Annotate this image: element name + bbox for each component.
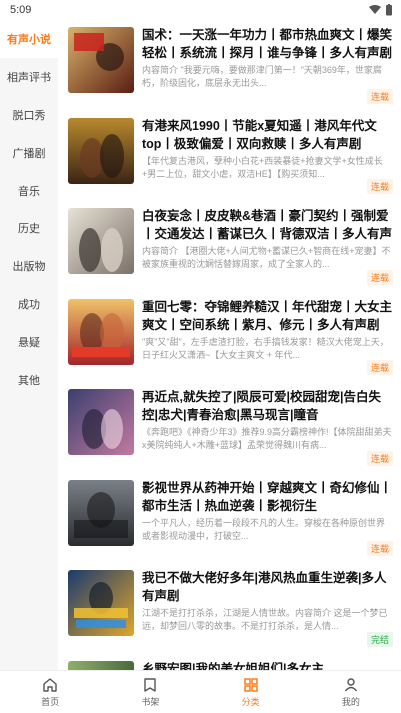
book-cover <box>68 298 134 365</box>
battery-icon <box>386 4 392 16</box>
book-description: 内容简介 "我要元嗨，要做那津门第一！"天朝369年，世家腐朽，阶级固化，底层永… <box>142 65 382 88</box>
tab-bookshelf[interactable]: 书架 <box>100 671 200 713</box>
book-description: 一个平凡人，经历着一段段不凡的人生。穿梭在各种原创世界或者影视动漫中，打破空..… <box>142 517 386 541</box>
book-cover <box>68 27 134 93</box>
book-description: 【年代复古港风，孽种小白花+西装暴徒+抢妻文学+女性成长+男二上位，甜文小虐，双… <box>142 155 383 179</box>
status-time: 5:09 <box>10 4 32 16</box>
bottom-tab-bar: 首页 书架 分类 我的 <box>0 670 401 713</box>
book-description: 《奔跑吧》《神奇少年3》推荐9.9高分霸榜神作!【体院甜甜弟夫x美院纯纯人+木雕… <box>142 427 392 450</box>
book-item[interactable]: 国术：一天涨一年功力丨都市热血爽文丨爆笑轻松丨系统流丨探月丨谁与争锋丨多人有声剧… <box>58 20 401 111</box>
book-info: 重回七零：夺锦鲤养糙汉丨年代甜宠丨大女主爽文丨空间系统丨紫月、修元丨多人有声剧 … <box>142 298 393 362</box>
category-sidebar: 有声小说 相声评书 脱口秀 广播剧 音乐 历史 出版物 成功 悬疑 其他 <box>0 20 58 670</box>
book-info: 我已不做大佬好多年|港风热血重生逆袭|多人有声剧 江湖不是打打杀杀，江湖是人情世… <box>142 569 393 633</box>
sidebar-item-success[interactable]: 成功 <box>0 285 58 323</box>
book-item[interactable]: 再近点,就失控了|陨辰可爱|校园甜宠|告白失控|忠犬|青春治愈|黑马现言|瞳音 … <box>58 382 401 473</box>
book-title: 再近点,就失控了|陨辰可爱|校园甜宠|告白失控|忠犬|青春治愈|黑马现言|瞳音 <box>142 390 381 422</box>
status-badge: 连载 <box>366 450 393 466</box>
sidebar-item-music[interactable]: 音乐 <box>0 172 58 210</box>
tab-label: 分类 <box>241 696 260 707</box>
book-info: 乡野宏图|我的美女姐姐们|多女主 <box>142 660 393 671</box>
book-cover <box>68 389 134 455</box>
user-icon <box>344 677 357 691</box>
book-info: 影视世界从药神开始丨穿越爽文丨奇幻修仙丨都市生活丨热血逆袭丨影视衍生 一个平凡人… <box>142 479 393 543</box>
book-item[interactable]: 有港来风1990丨节能x夏知遥丨港风年代文top丨极致偏爱丨双向救赎丨多人有声剧… <box>58 111 401 202</box>
book-item[interactable]: 白夜妄念丨皮皮鞅&巷酒丨豪门契约丨强制爱丨交通发达丨蓄谋已久丨背德双洁丨多人有声… <box>58 201 401 292</box>
status-badge: 连载 <box>366 269 393 285</box>
status-badge: 完结 <box>366 631 393 647</box>
book-info: 再近点,就失控了|陨辰可爱|校园甜宠|告白失控|忠犬|青春治愈|黑马现言|瞳音 … <box>142 388 393 452</box>
grid-icon <box>243 677 258 692</box>
wifi-icon <box>369 5 381 14</box>
tab-home[interactable]: 首页 <box>0 671 100 713</box>
book-description: 江湖不是打打杀杀，江湖是人情世故。内容简介 这是一个梦已远，却梦回八零的故事。不… <box>142 608 388 631</box>
home-icon <box>43 677 57 692</box>
status-badge: 连载 <box>366 541 393 556</box>
sidebar-item-history[interactable]: 历史 <box>0 209 58 247</box>
book-cover <box>68 208 134 274</box>
sidebar-item-talk-show[interactable]: 脱口秀 <box>0 96 58 134</box>
book-title: 我已不做大佬好多年|港风热血重生逆袭|多人有声剧 <box>142 571 387 603</box>
status-badge: 连载 <box>366 179 393 194</box>
tab-category[interactable]: 分类 <box>201 671 301 713</box>
book-info: 白夜妄念丨皮皮鞅&巷酒丨豪门契约丨强制爱丨交通发达丨蓄谋已久丨背德双洁丨多人有声… <box>142 207 393 271</box>
sidebar-item-radio-drama[interactable]: 广播剧 <box>0 134 58 172</box>
sidebar-item-crosstalk[interactable]: 相声评书 <box>0 58 58 96</box>
book-item[interactable]: 重回七零：夺锦鲤养糙汉丨年代甜宠丨大女主爽文丨空间系统丨紫月、修元丨多人有声剧 … <box>58 292 401 383</box>
book-info: 国术：一天涨一年功力丨都市热血爽文丨爆笑轻松丨系统流丨探月丨谁与争锋丨多人有声剧… <box>142 26 393 90</box>
book-title: 乡野宏图|我的美女姐姐们|多女主 <box>142 661 324 671</box>
book-cover <box>68 570 134 636</box>
sidebar-item-publications[interactable]: 出版物 <box>0 247 58 285</box>
book-title: 重回七零：夺锦鲤养糙汉丨年代甜宠丨大女主爽文丨空间系统丨紫月、修元丨多人有声剧 <box>142 299 393 332</box>
book-title: 国术：一天涨一年功力丨都市热血爽文丨爆笑轻松丨系统流丨探月丨谁与争锋丨多人有声剧 <box>142 28 393 60</box>
book-item[interactable]: 乡野宏图|我的美女姐姐们|多女主 <box>58 654 401 671</box>
book-info: 有港来风1990丨节能x夏知遥丨港风年代文top丨极致偏爱丨双向救赎丨多人有声剧… <box>142 117 393 181</box>
book-cover <box>68 660 134 670</box>
status-badge: 连载 <box>366 360 393 375</box>
bookmark-icon <box>144 677 157 692</box>
book-item[interactable]: 我已不做大佬好多年|港风热血重生逆袭|多人有声剧 江湖不是打打杀杀，江湖是人情世… <box>58 563 401 654</box>
book-title: 影视世界从药神开始丨穿越爽文丨奇幻修仙丨都市生活丨热血逆袭丨影视衍生 <box>142 480 393 513</box>
book-title: 有港来风1990丨节能x夏知遥丨港风年代文top丨极致偏爱丨双向救赎丨多人有声剧 <box>142 118 377 151</box>
book-cover <box>68 479 134 546</box>
tab-mine[interactable]: 我的 <box>301 671 401 713</box>
status-badge: 连载 <box>366 88 393 104</box>
book-cover <box>68 117 134 184</box>
status-bar: 5:09 <box>0 0 401 20</box>
sidebar-item-audio-novel[interactable]: 有声小说 <box>0 20 58 58</box>
book-description: "爽"又"甜"，左手虐渣打脸，右手搞钱发家！糙汉大佬宠上天，日子红火又潇洒~【大… <box>142 336 389 360</box>
sidebar-item-mystery[interactable]: 悬疑 <box>0 323 58 361</box>
tab-label: 我的 <box>341 696 360 707</box>
book-list: 国术：一天涨一年功力丨都市热血爽文丨爆笑轻松丨系统流丨探月丨谁与争锋丨多人有声剧… <box>58 20 401 670</box>
sidebar-item-other[interactable]: 其他 <box>0 361 58 399</box>
tab-label: 书架 <box>141 696 160 707</box>
status-icons <box>369 4 393 16</box>
book-item[interactable]: 影视世界从药神开始丨穿越爽文丨奇幻修仙丨都市生活丨热血逆袭丨影视衍生 一个平凡人… <box>58 473 401 564</box>
tab-label: 首页 <box>41 696 60 707</box>
book-description: 内容简介 【港圈大佬+人间尤物+蓄谋已久+智商在线+宠妻】不被家族重视的沈娴恬替… <box>142 246 391 269</box>
book-title: 白夜妄念丨皮皮鞅&巷酒丨豪门契约丨强制爱丨交通发达丨蓄谋已久丨背德双洁丨多人有声… <box>142 209 393 241</box>
